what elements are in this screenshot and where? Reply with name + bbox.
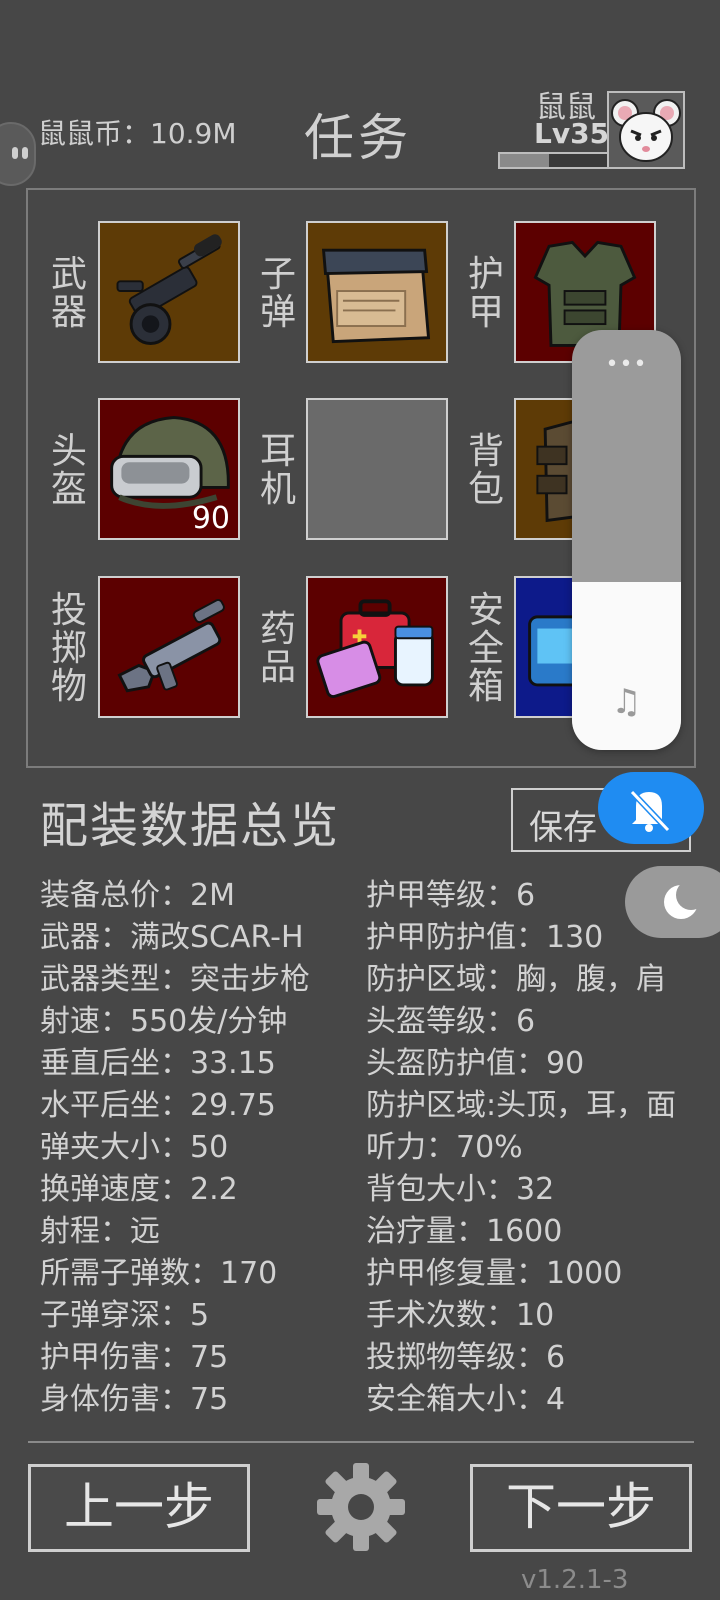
user-level: Lv35 (534, 117, 610, 150)
medkit-icon (316, 599, 434, 699)
coin-balance: 鼠鼠币：10.9M (38, 117, 237, 150)
mute-toggle-button[interactable] (598, 772, 704, 844)
stat-row: 水平后坐：29.75 (40, 1088, 276, 1123)
stat-row: 治疗量：1600 (366, 1214, 563, 1249)
volume-slider[interactable]: ••• ♫ (572, 330, 681, 750)
slot-label-backpack: 背包 (467, 431, 504, 510)
stat-row: 手术次数：10 (366, 1298, 555, 1333)
stat-row: 身体伤害：75 (40, 1382, 229, 1417)
helmet-durability: 90 (191, 501, 230, 536)
music-note-icon: ♫ (611, 682, 642, 722)
slot-label-helmet: 头盔 (50, 431, 87, 510)
stat-row: 弹夹大小：50 (40, 1130, 229, 1165)
slot-label-ammo: 子弹 (259, 254, 296, 333)
mouse-avatar-icon (609, 93, 683, 167)
previous-step-button[interactable]: 上一步 (28, 1464, 250, 1552)
avatar[interactable] (607, 91, 685, 169)
stat-row: 护甲伤害：75 (40, 1340, 229, 1375)
stat-row: 换弹速度：2.2 (40, 1172, 238, 1207)
handle-eye-icon (12, 147, 18, 159)
stat-row: 护甲等级：6 (366, 878, 536, 913)
slot-label-armor: 护甲 (467, 254, 504, 333)
xp-progress-bar (498, 152, 610, 169)
gear-icon (317, 1463, 405, 1551)
stat-row: 射程：远 (40, 1214, 160, 1249)
slot-label-secure-case: 安全箱 (467, 590, 504, 707)
stat-row: 投掷物等级：6 (366, 1340, 566, 1375)
stat-row: 射速：550发/分钟 (40, 1004, 288, 1039)
slot-headset-empty[interactable] (306, 398, 448, 540)
stat-row: 武器类型：突击步枪 (40, 962, 310, 997)
stat-row: 头盔防护值：90 (366, 1046, 585, 1081)
stat-row: 护甲修复量：1000 (366, 1256, 623, 1291)
version-label: v1.2.1-3 (521, 1565, 629, 1595)
stat-row: 装备总价：2M (40, 878, 235, 913)
moon-icon (664, 880, 706, 919)
slot-throwable[interactable] (98, 576, 240, 718)
stat-row: 头盔等级：6 (366, 1004, 536, 1039)
summary-title: 配装数据总览 (40, 798, 341, 854)
stat-row: 防护区域:头顶，耳，面 (366, 1088, 677, 1123)
stat-row: 所需子弹数：170 (40, 1256, 278, 1291)
slot-helmet[interactable]: 90 (98, 398, 240, 540)
ammo-box-icon (321, 248, 431, 344)
slot-medicine[interactable] (306, 576, 448, 718)
stat-row: 武器：满改SCAR-H (40, 920, 304, 955)
rifle-icon (116, 234, 222, 345)
xp-progress-fill (500, 154, 549, 167)
stat-row: 安全箱大小：4 (366, 1382, 566, 1417)
slot-ammo[interactable] (306, 221, 448, 363)
stat-row: 听力：70% (366, 1130, 523, 1165)
grenade-launcher-icon (117, 598, 225, 693)
slot-label-medicine: 药品 (259, 609, 296, 688)
settings-button[interactable] (316, 1462, 406, 1552)
stat-row: 垂直后坐：33.15 (40, 1046, 276, 1081)
divider (28, 1441, 694, 1443)
slot-label-headset: 耳机 (259, 431, 296, 510)
more-options-icon[interactable]: ••• (572, 352, 681, 377)
handle-eye-icon (22, 147, 28, 159)
stat-row: 护甲防护值：130 (366, 920, 604, 955)
night-mode-button[interactable] (625, 866, 720, 938)
slot-weapon[interactable] (98, 221, 240, 363)
volume-level-fill (572, 582, 681, 750)
side-drawer-handle[interactable] (0, 122, 36, 186)
page-title: 任务 (304, 109, 412, 167)
slot-label-throwable: 投掷物 (50, 590, 87, 707)
bell-off-icon (629, 789, 671, 833)
next-step-button[interactable]: 下一步 (470, 1464, 692, 1552)
stat-row: 背包大小：32 (366, 1172, 555, 1207)
slot-label-weapon: 武器 (50, 254, 87, 333)
stat-row: 防护区域：胸，腹，肩 (366, 962, 666, 997)
stat-row: 子弹穿深：5 (40, 1298, 210, 1333)
